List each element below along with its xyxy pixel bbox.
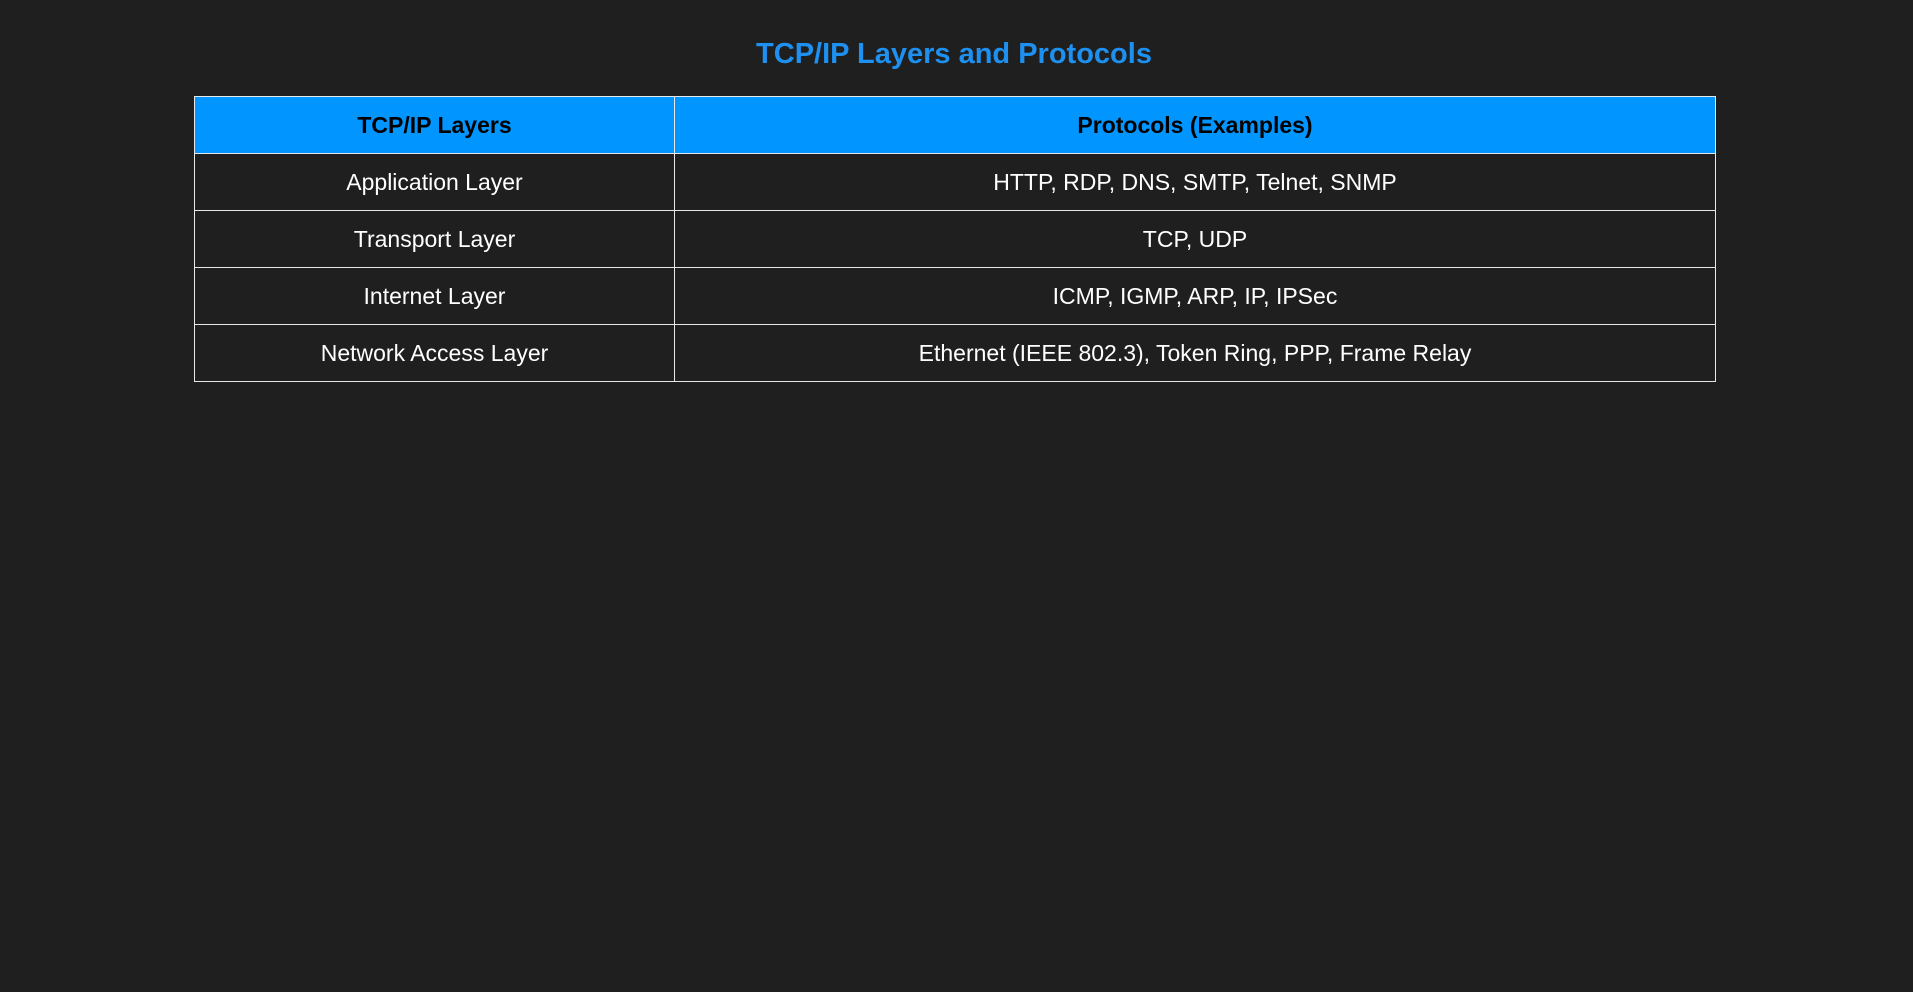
table-row: Transport Layer TCP, UDP	[194, 210, 1716, 268]
header-protocols: Protocols (Examples)	[674, 96, 1716, 154]
protocols-cell: ICMP, IGMP, ARP, IP, IPSec	[674, 267, 1716, 325]
table-row: Internet Layer ICMP, IGMP, ARP, IP, IPSe…	[194, 267, 1716, 325]
layer-cell: Internet Layer	[194, 267, 675, 325]
layers-table: TCP/IP Layers Protocols (Examples) Appli…	[194, 96, 1716, 382]
protocols-cell: HTTP, RDP, DNS, SMTP, Telnet, SNMP	[674, 153, 1716, 211]
layer-cell: Application Layer	[194, 153, 675, 211]
layer-cell: Network Access Layer	[194, 324, 675, 382]
table-row: Application Layer HTTP, RDP, DNS, SMTP, …	[194, 153, 1716, 211]
protocols-cell: Ethernet (IEEE 802.3), Token Ring, PPP, …	[674, 324, 1716, 382]
table-header-row: TCP/IP Layers Protocols (Examples)	[194, 96, 1716, 154]
page-title: TCP/IP Layers and Protocols	[756, 38, 1152, 70]
protocols-cell: TCP, UDP	[674, 210, 1716, 268]
layer-cell: Transport Layer	[194, 210, 675, 268]
header-layers: TCP/IP Layers	[194, 96, 675, 154]
table-row: Network Access Layer Ethernet (IEEE 802.…	[194, 324, 1716, 382]
page: TCP/IP Layers and Protocols TCP/IP Layer…	[0, 0, 1913, 992]
